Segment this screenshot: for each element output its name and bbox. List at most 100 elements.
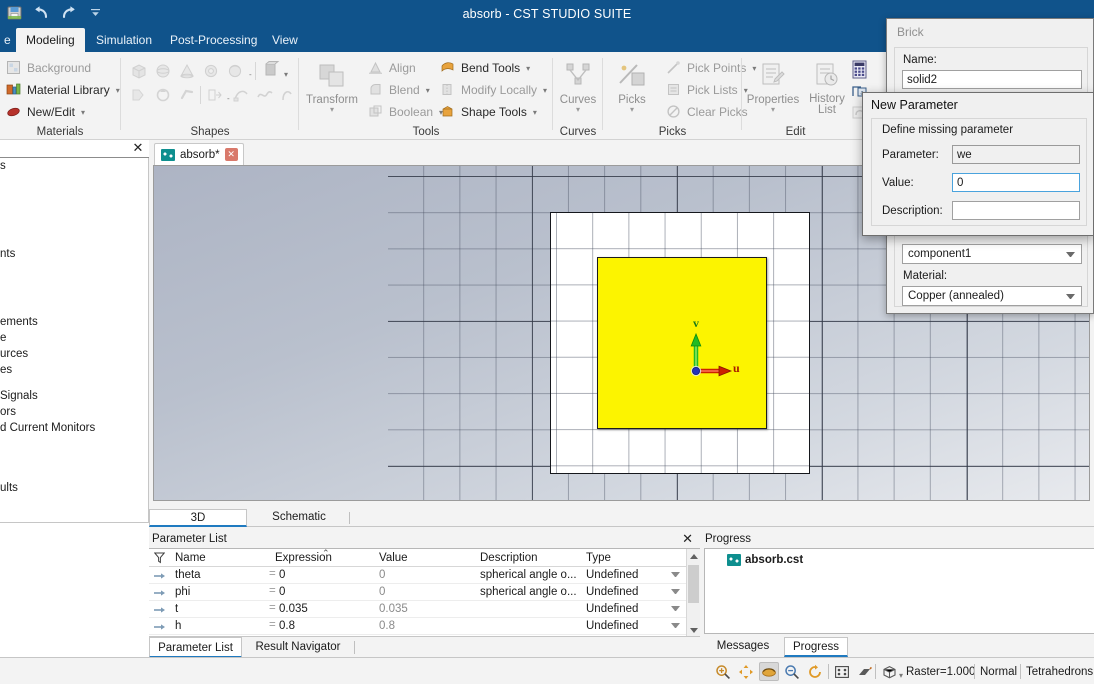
new-edit-material-button[interactable]: New/Edit ▾	[6, 104, 85, 120]
param-type[interactable]: Undefined	[586, 601, 638, 618]
chevron-down-icon[interactable]: ▾	[304, 106, 360, 114]
column-header-value[interactable]: Value	[379, 549, 408, 567]
component-select[interactable]: component1	[902, 244, 1082, 264]
chevron-down-icon[interactable]: ▾	[426, 86, 430, 95]
loft-icon[interactable]	[178, 86, 198, 106]
scroll-down-button[interactable]	[687, 623, 700, 636]
param-type[interactable]: Undefined	[586, 618, 638, 635]
close-icon[interactable]: ✕	[131, 141, 145, 155]
customize-quick-access-icon[interactable]	[85, 2, 105, 22]
calculator-icon[interactable]	[851, 60, 871, 80]
nav-item-5[interactable]: es	[0, 364, 12, 376]
tab-post-processing[interactable]: Post-Processing	[160, 28, 267, 52]
tab-schematic[interactable]: Schematic	[253, 509, 345, 527]
undo-icon[interactable]	[31, 2, 51, 22]
progress-entry[interactable]: absorb.cst	[727, 554, 803, 566]
chevron-down-icon[interactable]: ▾	[533, 108, 537, 117]
param-type[interactable]: Undefined	[586, 567, 638, 584]
transform-button[interactable]: Transform ▾	[304, 58, 360, 114]
nav-item-3[interactable]: e	[0, 332, 6, 344]
chevron-down-icon[interactable]: ▾	[899, 671, 903, 680]
clear-picks-button[interactable]: Clear Picks	[666, 104, 748, 120]
brick-name-input[interactable]: solid2	[902, 70, 1082, 89]
param-expression[interactable]: 0	[279, 584, 285, 601]
document-tab-absorb[interactable]: absorb* ✕	[154, 143, 244, 165]
parameter-table-scrollbar[interactable]	[686, 549, 700, 636]
table-row[interactable]: t = 0.035 0.035 Undefined	[149, 601, 700, 618]
nav-item-9[interactable]: ults	[0, 482, 18, 494]
extrude-icon[interactable]	[261, 60, 281, 80]
param-description[interactable]: spherical angle o...	[480, 584, 577, 601]
new-parameter-dialog[interactable]: New Parameter Define missing parameter P…	[862, 92, 1094, 236]
scrollbar-thumb[interactable]	[688, 565, 699, 603]
trace-icon[interactable]	[206, 86, 226, 106]
chevron-down-icon[interactable]: ▾	[526, 64, 530, 73]
chevron-down-icon[interactable]	[671, 606, 680, 612]
table-row[interactable]: theta = 0 0 spherical angle o... Undefin…	[149, 567, 700, 584]
tab-view[interactable]: View	[262, 28, 308, 52]
align-button[interactable]: Align	[368, 60, 416, 76]
column-header-type[interactable]: Type	[586, 549, 611, 567]
cylinder-shape-icon[interactable]	[202, 62, 222, 82]
wave-curve-icon[interactable]	[256, 86, 276, 106]
reset-view-icon[interactable]	[805, 662, 825, 681]
nav-item-1[interactable]: nts	[0, 248, 15, 260]
material-select[interactable]: Copper (annealed)	[902, 286, 1082, 306]
chevron-down-icon[interactable]	[1066, 252, 1075, 258]
zoom-in-icon[interactable]	[713, 662, 733, 681]
history-list-button[interactable]: History List	[799, 58, 855, 116]
shape-tools-button[interactable]: Shape Tools ▾	[440, 104, 537, 120]
rotate-curve-icon[interactable]	[154, 86, 174, 106]
extrude-curve-icon[interactable]	[130, 86, 150, 106]
bend-tools-button[interactable]: Bend Tools ▾	[440, 60, 530, 76]
nav-item-8[interactable]: d Current Monitors	[0, 422, 95, 434]
tab-progress[interactable]: Progress	[784, 637, 848, 657]
column-header-description[interactable]: Description	[480, 549, 538, 567]
redo-icon[interactable]	[58, 2, 78, 22]
param-type[interactable]: Undefined	[586, 584, 638, 601]
bond-wire-icon[interactable]	[232, 86, 252, 106]
save-icon[interactable]	[4, 2, 24, 22]
chevron-down-icon[interactable]	[671, 623, 680, 629]
extrude-caret-icon[interactable]: ▾	[284, 70, 288, 79]
param-description[interactable]: spherical angle o...	[480, 567, 577, 584]
chevron-down-icon[interactable]: ▾	[543, 86, 547, 95]
chevron-down-icon[interactable]	[1066, 294, 1075, 300]
tab-parameter-list[interactable]: Parameter List	[149, 637, 242, 658]
parameter-value-input[interactable]: 0	[952, 173, 1080, 192]
progress-panel-body[interactable]: absorb.cst	[704, 548, 1094, 634]
nav-item-6[interactable]: Signals	[0, 390, 38, 402]
tab-result-navigator[interactable]: Result Navigator	[248, 637, 348, 658]
chevron-down-icon[interactable]: ▾	[81, 108, 85, 117]
rotate-view-icon[interactable]	[759, 662, 779, 681]
column-header-name[interactable]: Name	[175, 549, 206, 567]
arc-curve-icon[interactable]	[278, 86, 298, 106]
trace-caret-icon[interactable]: -	[227, 94, 230, 103]
scroll-up-button[interactable]	[687, 549, 700, 563]
nav-item-7[interactable]: ors	[0, 406, 16, 418]
picks-button[interactable]: Picks ▾	[604, 58, 660, 114]
nav-item-2[interactable]: ements	[0, 316, 38, 328]
curves-button[interactable]: Curves ▾	[550, 58, 606, 114]
torus-shape-icon[interactable]	[226, 62, 246, 82]
param-expression[interactable]: 0.035	[279, 601, 308, 618]
brick-shape-icon[interactable]	[130, 62, 150, 82]
chevron-down-icon[interactable]	[671, 589, 680, 595]
filter-icon[interactable]	[154, 552, 165, 564]
chevron-down-icon[interactable]	[671, 572, 680, 578]
param-expression[interactable]: 0	[279, 567, 285, 584]
bounding-box-icon[interactable]	[879, 662, 899, 681]
tab-modeling[interactable]: Modeling	[16, 28, 85, 52]
pick-lists-button[interactable]: Pick Lists ▾	[666, 82, 748, 98]
boolean-button[interactable]: Boolean ▾	[368, 104, 443, 120]
tab-messages[interactable]: Messages	[708, 637, 778, 657]
nav-item-4[interactable]: urces	[0, 348, 28, 360]
table-row[interactable]: h = 0.8 0.8 Undefined	[149, 618, 700, 635]
view-mode[interactable]: Normal	[980, 664, 1017, 680]
background-button[interactable]: Background	[6, 60, 91, 76]
param-expression[interactable]: 0.8	[279, 618, 295, 635]
nav-item-0[interactable]: s	[0, 160, 6, 172]
close-icon[interactable]: ✕	[682, 532, 693, 546]
perspective-icon[interactable]	[855, 662, 875, 681]
cone-shape-icon[interactable]	[178, 62, 198, 82]
